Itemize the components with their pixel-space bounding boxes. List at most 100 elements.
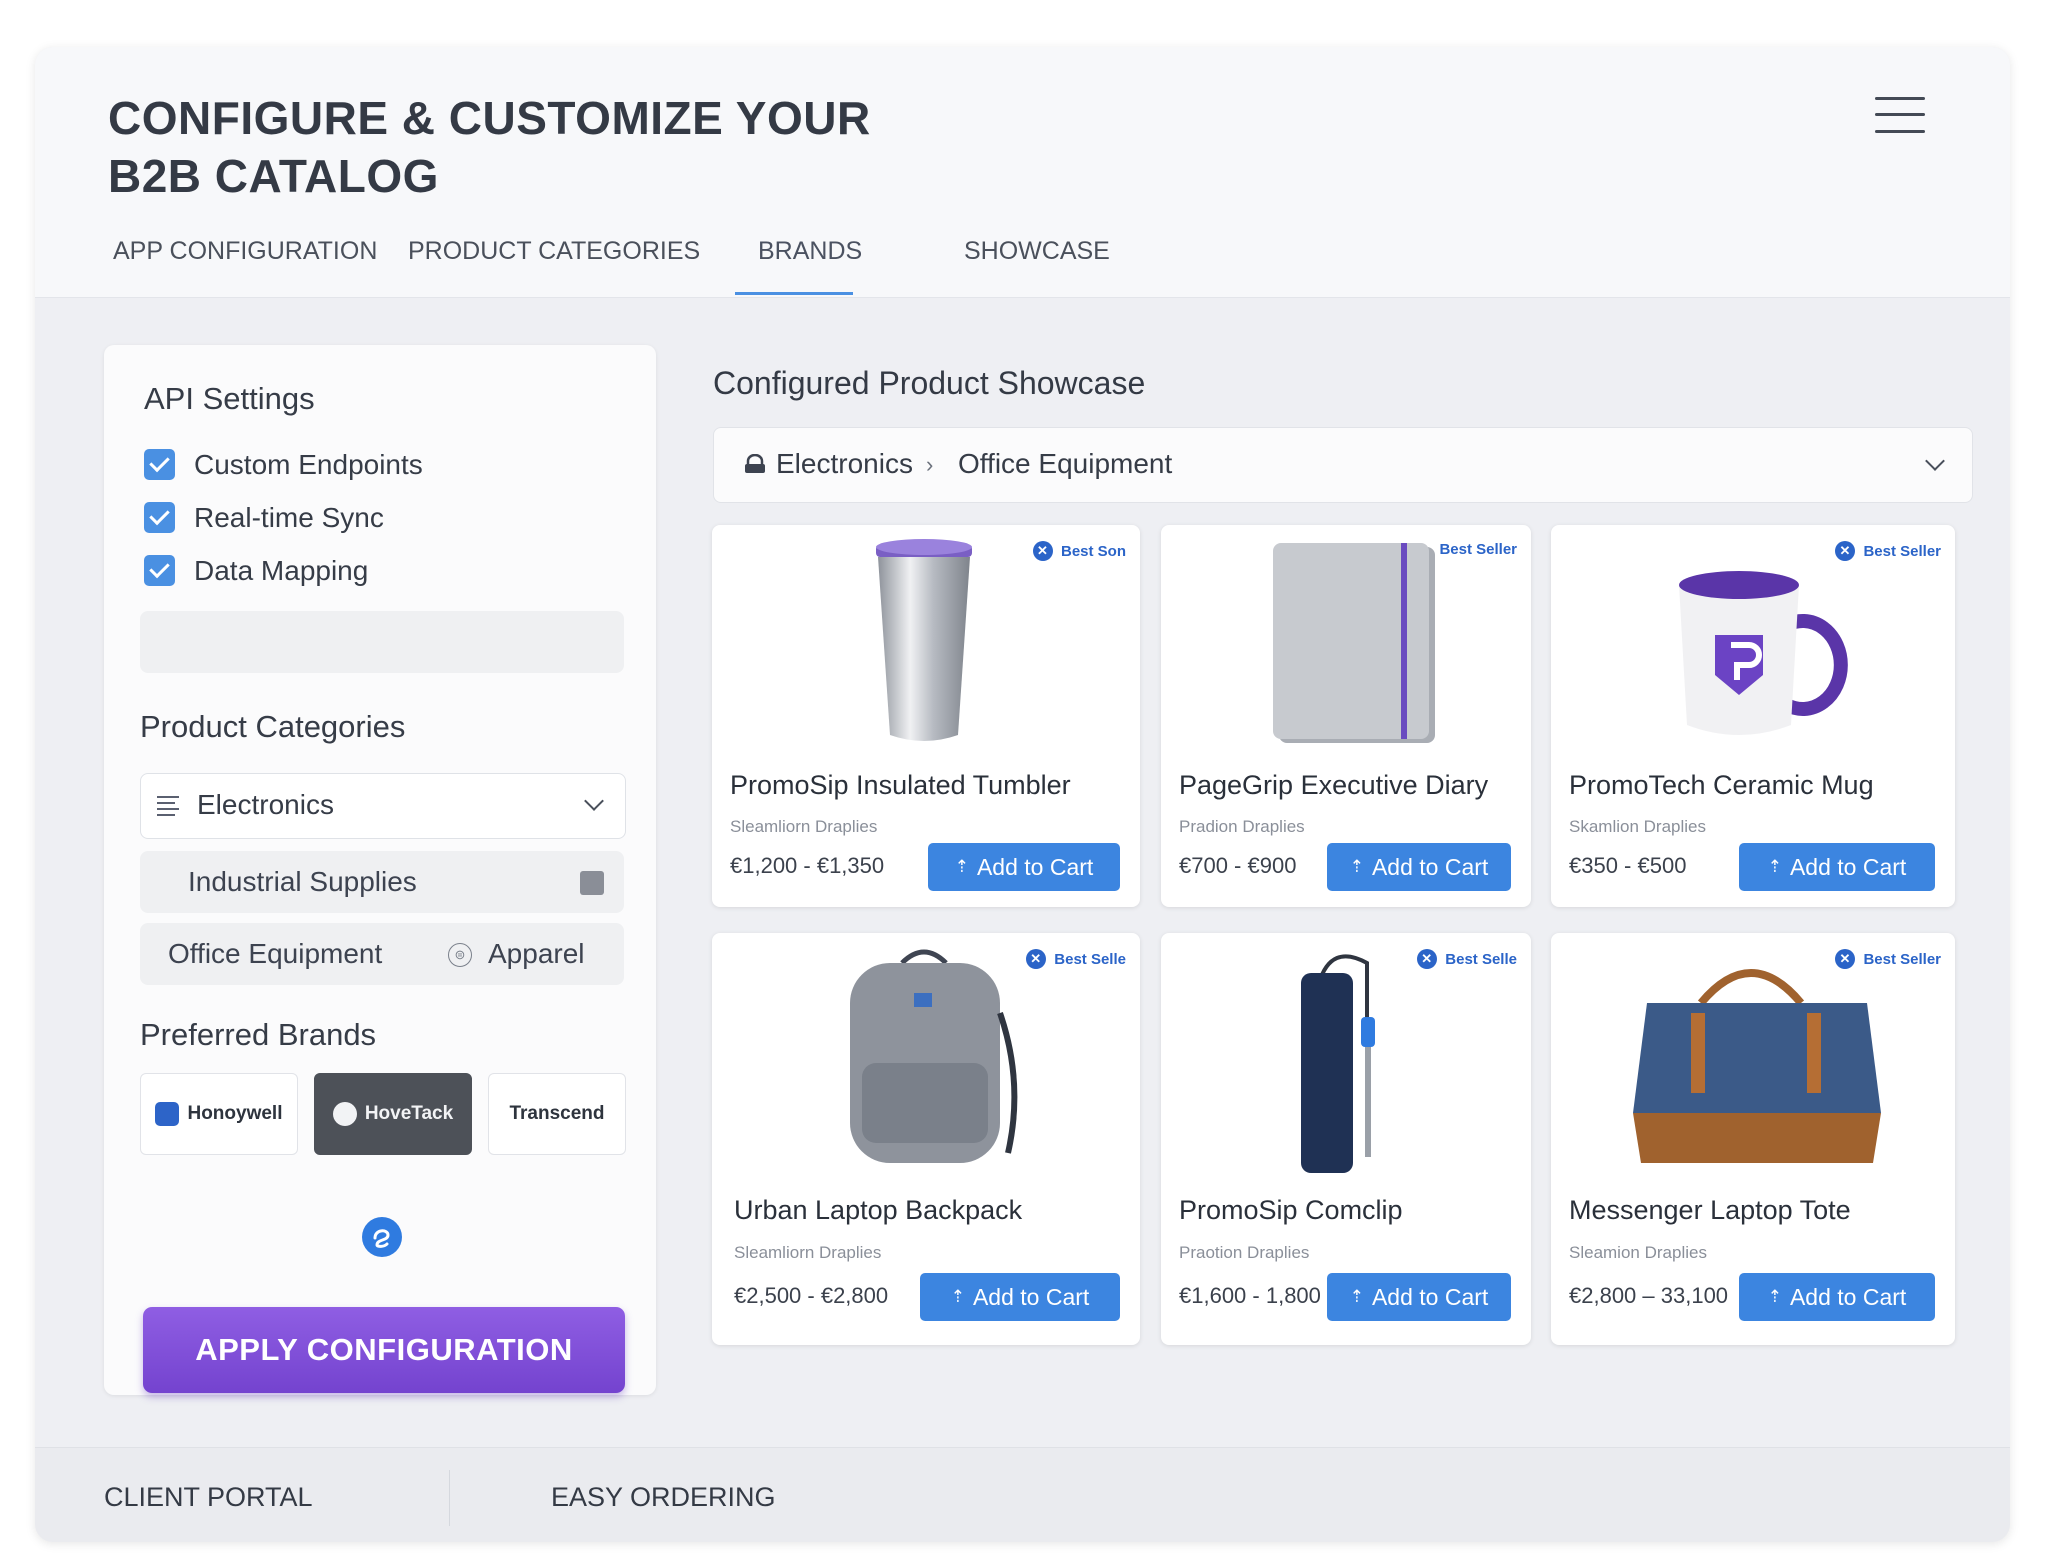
category-row-industrial-supplies[interactable]: Industrial Supplies <box>140 851 624 913</box>
cart-icon: ⇡ <box>950 1287 965 1306</box>
badge-icon <box>1835 949 1856 969</box>
brand-hovetack-label: HoveTack <box>364 1103 454 1124</box>
add-to-cart-label: Add to Cart <box>1789 853 1907 880</box>
product-name: PageGrip Executive Diary <box>1179 770 1489 800</box>
chevron-down-icon <box>1925 451 1945 471</box>
tab-app-configuration[interactable]: APP CONFIGURATION <box>113 237 377 266</box>
realtime-sync-checkbox[interactable] <box>144 502 175 533</box>
add-to-cart-button[interactable]: ⇡ Add to Cart <box>1327 843 1511 891</box>
diary-image <box>1273 543 1435 743</box>
custom-endpoints-checkbox[interactable] <box>144 449 175 480</box>
footer-easy-ordering[interactable]: EASY ORDERING <box>551 1482 776 1513</box>
badge-label: Best Seller <box>1863 542 1941 560</box>
data-mapping-checkbox[interactable] <box>144 555 175 586</box>
brand-honoywell-label: Honoywell <box>187 1103 283 1124</box>
add-to-cart-button[interactable]: ⇡ Add to Cart <box>1739 843 1935 891</box>
add-to-cart-label: Add to Cart <box>1789 1283 1907 1310</box>
page-title-line-1: CONFIGURE & CUSTOMIZE YOUR <box>108 92 871 144</box>
add-to-cart-label: Add to Cart <box>976 853 1094 880</box>
badge-icon <box>1417 949 1438 969</box>
preferred-brands-heading: Preferred Brands <box>140 1017 377 1052</box>
badge-icon <box>1032 541 1053 561</box>
category-dropdown[interactable]: Electronics <box>140 773 626 839</box>
realtime-sync-label: Real-time Sync <box>194 502 384 533</box>
product-name: PromoTech Ceramic Mug <box>1569 770 1874 800</box>
product-supplier: Sleamion Draplies <box>1569 1243 1707 1262</box>
product-name: PromoSip Comclip <box>1179 1195 1403 1225</box>
best-seller-badge: Best Son <box>1032 541 1126 561</box>
product-name: PromoSip Insulated Tumbler <box>730 770 1071 800</box>
brand-honoywell[interactable]: Honoywell <box>140 1073 298 1155</box>
footer-divider <box>449 1470 450 1526</box>
product-card[interactable]: Best Seller Messenger Laptop Tote Sleami… <box>1551 933 1955 1345</box>
add-to-cart-button[interactable]: ⇡ Add to Cart <box>920 1273 1120 1321</box>
chevron-down-icon <box>584 791 604 811</box>
office-equipment-option[interactable]: Office Equipment <box>168 938 382 970</box>
product-price: €2,800 – 33,100 <box>1569 1283 1729 1308</box>
messenger-bag-image <box>1633 969 1881 1163</box>
apply-configuration-button[interactable]: APPLY CONFIGURATION <box>143 1307 625 1393</box>
footer-client-portal[interactable]: CLIENT PORTAL <box>104 1482 313 1513</box>
add-to-cart-button[interactable]: ⇡ Add to Cart <box>928 843 1120 891</box>
honoywell-logo-icon <box>155 1102 180 1126</box>
mug-image <box>1679 571 1848 735</box>
product-supplier: Skamlion Draplies <box>1569 817 1706 836</box>
best-seller-badge: Best Seller <box>1835 541 1941 561</box>
app-window: CONFIGURE & CUSTOMIZE YOUR B2B CATALOG A… <box>35 47 2010 1542</box>
add-to-cart-button[interactable]: ⇡ Add to Cart <box>1327 1273 1511 1321</box>
list-icon <box>157 796 179 816</box>
product-card[interactable]: Best Seller PageGrip Executive Diary Pra… <box>1161 525 1531 907</box>
add-to-cart-label: Add to Cart <box>1371 1283 1489 1310</box>
product-supplier: Sleamliorn Draplies <box>734 1243 882 1262</box>
badge-label: Best Seller <box>1863 950 1941 968</box>
add-to-cart-button[interactable]: ⇡ Add to Cart <box>1739 1273 1935 1321</box>
brand-hovetack[interactable]: HoveTack <box>314 1073 472 1155</box>
badge-label: Best Selle <box>1054 950 1126 968</box>
product-card[interactable]: Best Son PromoSip Insulated Tumbler Slea… <box>712 525 1140 907</box>
product-supplier: Pradion Draplies <box>1179 817 1305 836</box>
product-price: €1,600 - 1,800 <box>1179 1283 1321 1308</box>
breadcrumb-item-office-equipment[interactable]: Office Equipment <box>958 448 1172 480</box>
custom-endpoints-label: Custom Endpoints <box>194 449 423 480</box>
best-seller-badge: Best Seller <box>1439 541 1517 558</box>
product-categories-heading: Product Categories <box>140 709 406 744</box>
api-input-field[interactable] <box>140 611 624 673</box>
brand-transcend[interactable]: Transcend <box>488 1073 626 1155</box>
product-card[interactable]: Best Selle PromoSip Comclip Praotion Dra… <box>1161 933 1531 1345</box>
add-brand-icon[interactable] <box>362 1217 402 1257</box>
cart-icon: ⇡ <box>954 857 969 876</box>
backpack-image <box>850 949 1018 1163</box>
api-settings-heading: API Settings <box>144 381 315 416</box>
apparel-option[interactable]: Apparel <box>488 938 585 970</box>
breadcrumb-dropdown[interactable]: Electronics › Office Equipment <box>713 427 1973 503</box>
product-name: Messenger Laptop Tote <box>1569 1195 1851 1225</box>
brand-transcend-label: Transcend <box>509 1103 605 1124</box>
add-to-cart-label: Add to Cart <box>972 1283 1090 1310</box>
tab-showcase[interactable]: SHOWCASE <box>964 237 1110 266</box>
product-price: €700 - €900 <box>1179 853 1297 878</box>
industrial-supplies-label: Industrial Supplies <box>188 866 417 897</box>
data-mapping-label: Data Mapping <box>194 555 369 586</box>
badge-label: Best Seller <box>1439 541 1517 558</box>
product-name: Urban Laptop Backpack <box>734 1195 1023 1225</box>
breadcrumb-item-electronics[interactable]: Electronics <box>776 448 913 480</box>
product-card[interactable]: Best Selle Urban Laptop Backpack Sleamli… <box>712 933 1140 1345</box>
active-tab-indicator <box>735 292 853 295</box>
industrial-supplies-checkbox[interactable] <box>580 871 604 895</box>
configuration-panel: API Settings Custom Endpoints Real-time … <box>104 345 656 1395</box>
badge-label: Best Selle <box>1445 950 1517 968</box>
hamburger-menu-icon[interactable] <box>1875 97 1925 133</box>
footer-bar: CLIENT PORTAL EASY ORDERING <box>35 1447 2010 1542</box>
hovetack-logo-icon <box>332 1102 357 1126</box>
apparel-icon: ⊜ <box>448 943 472 967</box>
tab-brands[interactable]: BRANDS <box>758 237 862 266</box>
header: CONFIGURE & CUSTOMIZE YOUR B2B CATALOG A… <box>35 47 2010 298</box>
product-supplier: Praotion Draplies <box>1179 1243 1310 1262</box>
category-dropdown-value: Electronics <box>197 789 334 820</box>
tab-product-categories[interactable]: PRODUCT CATEGORIES <box>408 237 700 266</box>
cart-icon: ⇡ <box>1767 857 1782 876</box>
best-seller-badge: Best Selle <box>1417 949 1517 969</box>
best-seller-badge: Best Seller <box>1835 949 1941 969</box>
product-card[interactable]: Best Seller PromoTech Ceramic Mug Skamli… <box>1551 525 1955 907</box>
badge-icon <box>1026 949 1047 969</box>
